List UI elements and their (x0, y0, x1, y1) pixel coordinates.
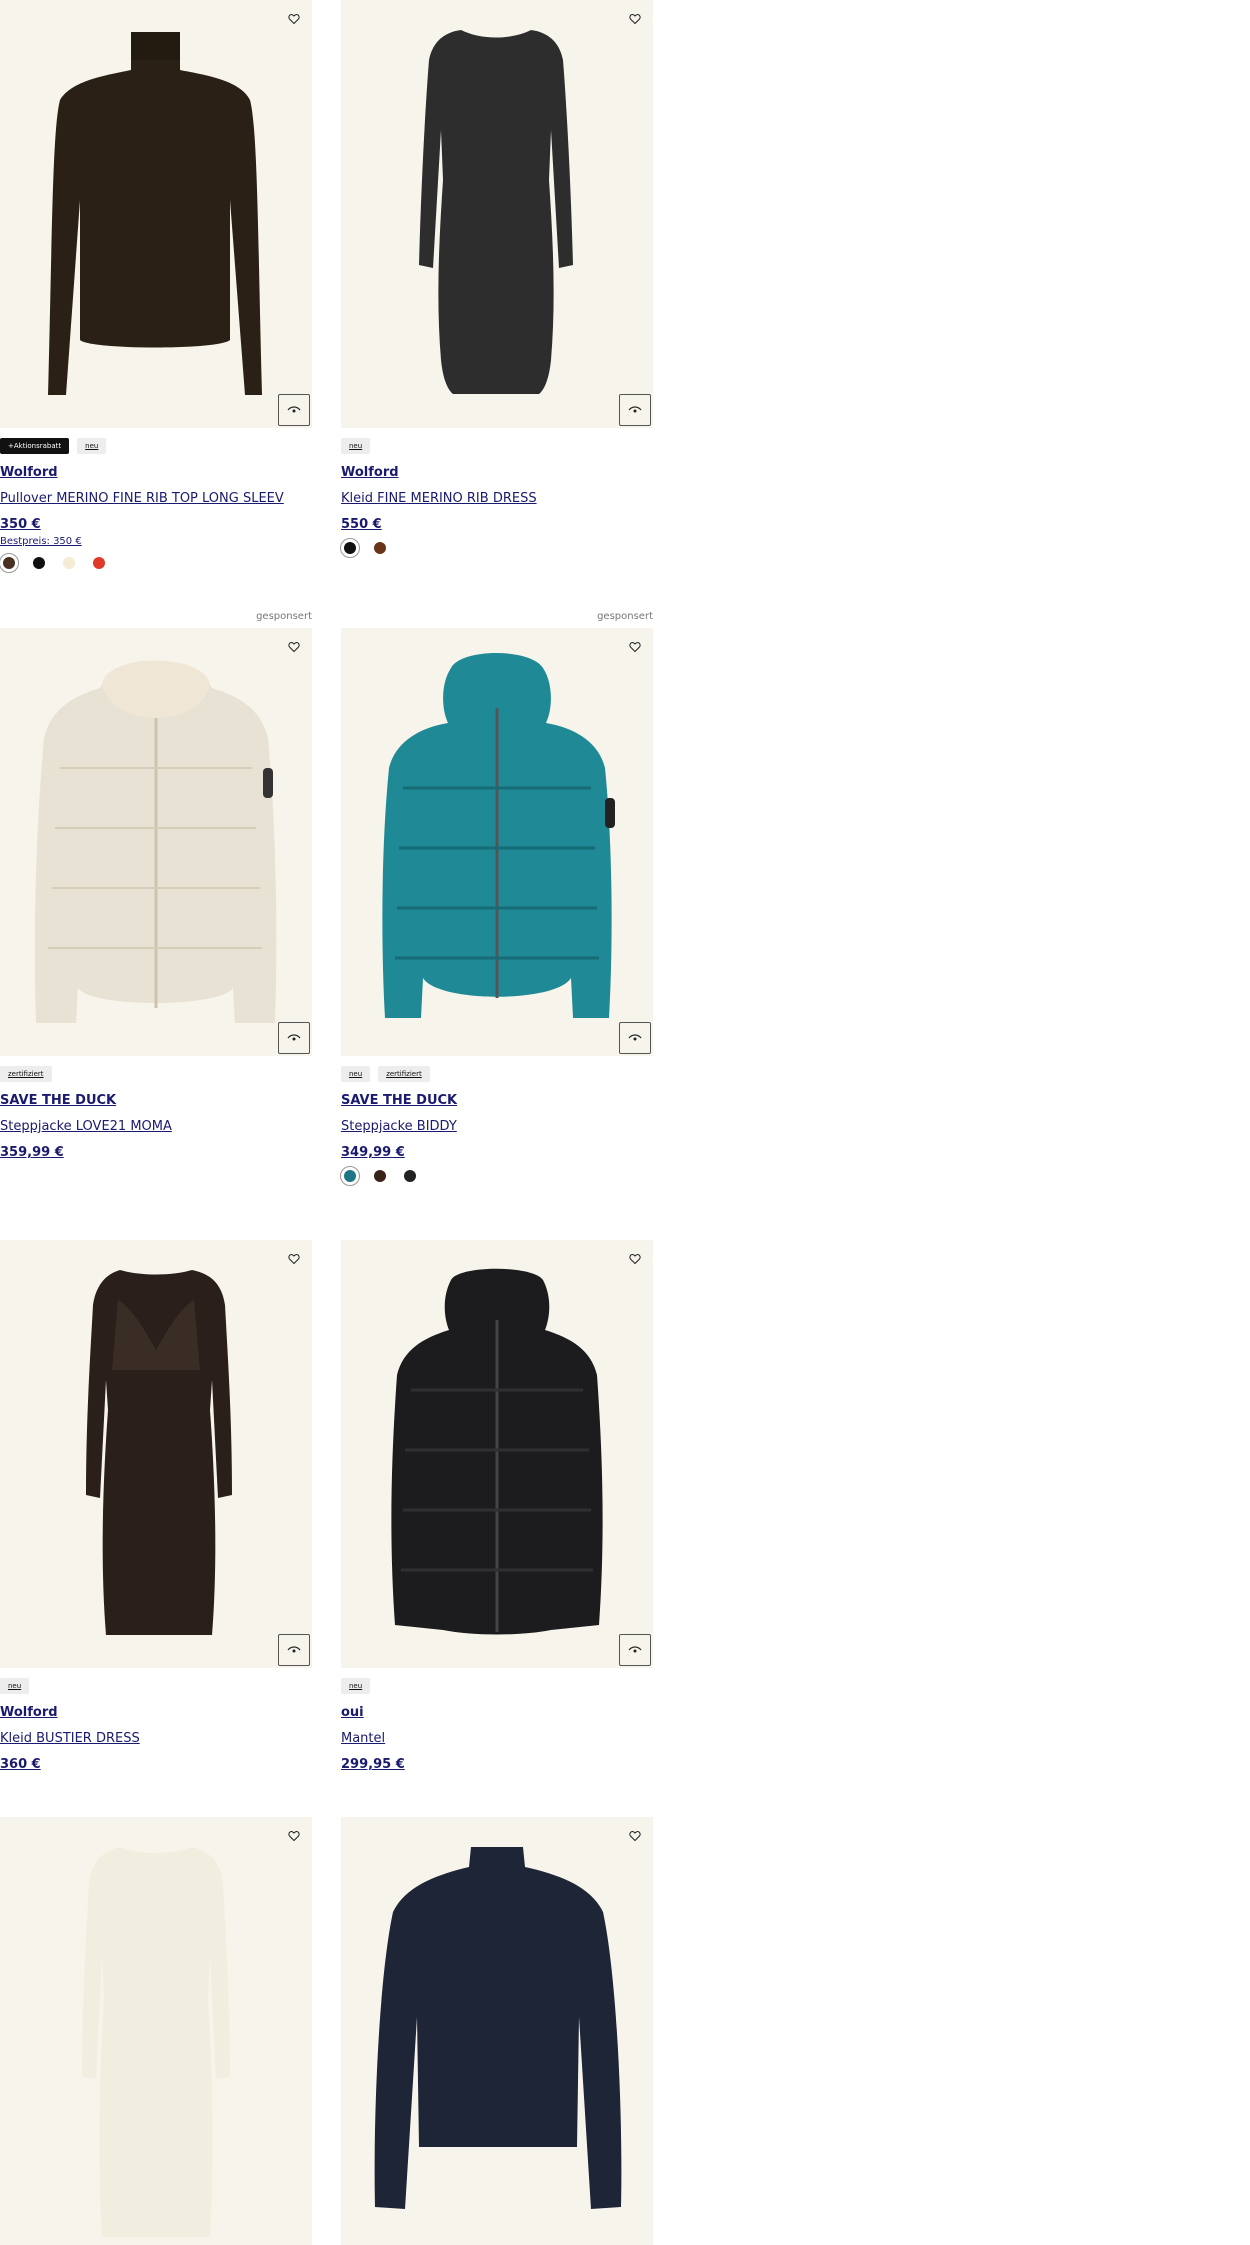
heart-icon[interactable] (284, 9, 304, 29)
cream-rib-dress-image (82, 1847, 230, 2237)
sponsored-label: gesponsert (256, 611, 312, 622)
product-card[interactable]: neu zertifiziert SAVE THE DUCK Steppjack… (340, 628, 653, 1186)
product-brand[interactable]: Wolford (0, 1704, 312, 1722)
product-price[interactable]: 299,95 € (341, 1756, 653, 1774)
heart-icon[interactable] (625, 1826, 645, 1846)
product-image[interactable] (341, 1240, 653, 1668)
product-brand[interactable]: SAVE THE DUCK (341, 1092, 653, 1110)
badge-row: zertifiziert (0, 1064, 312, 1084)
heart-icon[interactable] (625, 637, 645, 657)
heart-icon[interactable] (284, 1249, 304, 1269)
color-swatch[interactable] (340, 538, 360, 558)
product-card[interactable]: neu Wolford Kleid FINE MERINO RIB DRESS … (340, 0, 653, 558)
product-card[interactable]: neu oui Mantel 299,95 € (341, 1240, 653, 1774)
new-badge: neu (0, 1678, 30, 1694)
heart-icon[interactable] (284, 1826, 304, 1846)
badge-row: neu zertifiziert (341, 1064, 653, 1084)
product-brand[interactable]: oui (341, 1704, 653, 1722)
product-card[interactable]: neu Wolford Kleid BUSTIER DRESS 360 € (0, 1240, 312, 1774)
product-card[interactable]: zertifiziert SAVE THE DUCK Steppjacke LO… (0, 628, 312, 1162)
badge-row: neu (341, 436, 653, 456)
product-image[interactable] (0, 0, 312, 428)
eye-icon[interactable] (619, 394, 651, 426)
eye-icon[interactable] (278, 394, 310, 426)
rib-dress-image (419, 30, 573, 394)
new-badge: neu (77, 438, 107, 454)
product-image[interactable] (0, 1240, 312, 1668)
product-price[interactable]: 349,99 € (341, 1144, 653, 1162)
new-badge: neu (341, 438, 371, 454)
eye-icon[interactable] (619, 1634, 651, 1666)
product-image[interactable] (341, 0, 653, 428)
certified-badge: zertifiziert (378, 1066, 430, 1082)
color-swatch[interactable] (0, 553, 19, 573)
product-image[interactable] (0, 1817, 312, 2245)
eye-icon[interactable] (278, 1634, 310, 1666)
color-swatch[interactable] (340, 1166, 360, 1186)
color-swatches (0, 553, 312, 573)
eye-icon[interactable] (619, 1022, 651, 1054)
product-brand[interactable]: Wolford (341, 464, 653, 482)
new-badge: neu (341, 1678, 371, 1694)
bustier-dress-image (86, 1270, 232, 1635)
black-puffer-coat-image (391, 1268, 603, 1635)
badge-row: +Aktionsrabatt neu (0, 436, 312, 456)
navy-sweater-image (374, 1847, 622, 2209)
product-name[interactable]: Mantel (341, 1730, 653, 1748)
product-image[interactable] (0, 628, 312, 1056)
heart-icon[interactable] (284, 637, 304, 657)
teal-puffer-jacket-image (382, 653, 615, 1018)
color-swatch[interactable] (63, 557, 75, 569)
badge-row: neu (0, 1676, 312, 1696)
heart-icon[interactable] (625, 9, 645, 29)
product-name[interactable]: Steppjacke LOVE21 MOMA (0, 1118, 312, 1136)
certified-badge: zertifiziert (0, 1066, 52, 1082)
product-image[interactable] (341, 1817, 653, 2245)
product-price[interactable]: 350 € (0, 516, 312, 534)
product-name[interactable]: Steppjacke BIDDY (341, 1118, 653, 1136)
product-card[interactable] (0, 1817, 312, 2245)
color-swatches (340, 538, 653, 558)
product-name[interactable]: Kleid FINE MERINO RIB DRESS (341, 490, 653, 508)
product-price[interactable]: 359,99 € (0, 1144, 312, 1162)
heart-icon[interactable] (625, 1249, 645, 1269)
product-card[interactable]: +Aktionsrabatt neu Wolford Pullover MERI… (0, 0, 312, 573)
color-swatch[interactable] (404, 1170, 416, 1182)
new-badge: neu (341, 1066, 371, 1082)
puffer-jacket-image (34, 660, 277, 1023)
product-name[interactable]: Pullover MERINO FINE RIB TOP LONG SLEEV (0, 490, 312, 508)
product-price[interactable]: 550 € (341, 516, 653, 534)
color-swatches (340, 1166, 653, 1186)
color-swatch[interactable] (33, 557, 45, 569)
best-price-info[interactable]: Bestpreis: 350 € (0, 535, 312, 549)
color-swatch[interactable] (93, 557, 105, 569)
product-brand[interactable]: SAVE THE DUCK (0, 1092, 312, 1110)
product-image[interactable] (341, 628, 653, 1056)
product-card[interactable] (341, 1817, 653, 2245)
sponsored-label: gesponsert (597, 611, 653, 622)
badge-row: neu (341, 1676, 653, 1696)
product-price[interactable]: 360 € (0, 1756, 312, 1774)
discount-badge: +Aktionsrabatt (0, 438, 70, 454)
turtleneck-pullover-image (48, 32, 262, 395)
color-swatch[interactable] (374, 542, 386, 554)
product-brand[interactable]: Wolford (0, 464, 312, 482)
product-name[interactable]: Kleid BUSTIER DRESS (0, 1730, 312, 1748)
color-swatch[interactable] (374, 1170, 386, 1182)
eye-icon[interactable] (278, 1022, 310, 1054)
